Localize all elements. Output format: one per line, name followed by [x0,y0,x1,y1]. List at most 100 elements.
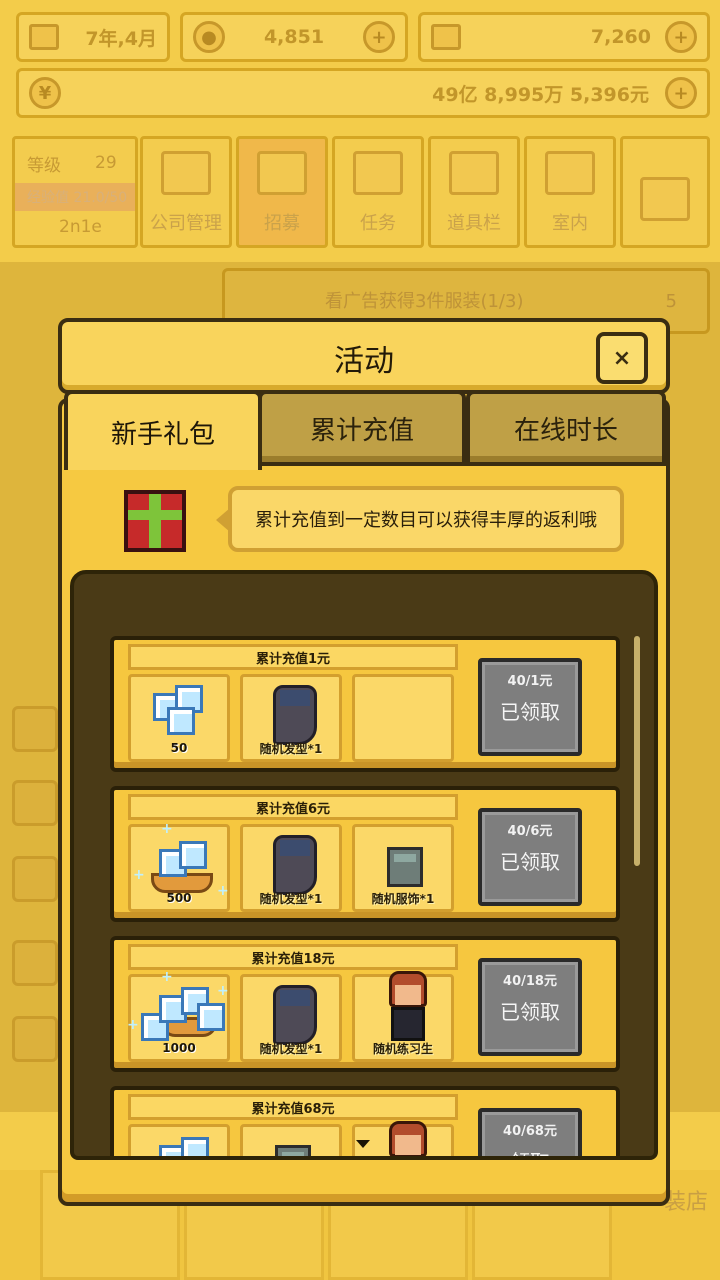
add-gem-icon[interactable]: + [665,21,697,53]
claim-label: 已领取 [500,1000,560,1024]
claim-progress: 40/68元 [503,1124,557,1139]
reward-item-label: 随机发型*1 [259,892,323,906]
money-box: ¥ 49亿 8,995万 5,396元 + [16,68,710,118]
activity-dialog: 活动 × 累计充值 在线时长 新手礼包 累计充值到一定数目可以获得丰厚的返利哦 … [58,318,670,1206]
diamond-icon [197,1003,225,1031]
menu-company-label: 公司管理 [150,213,222,234]
sparkle-icon: + [161,821,173,837]
diamond-icon [179,841,207,869]
reward-slot[interactable]: 随机发型*1 [240,824,342,912]
reward-slot[interactable] [240,1124,342,1156]
trainee-body [391,1007,425,1041]
reward-slot[interactable]: 随机服饰*1 [352,824,454,912]
reward-row-title: 累计充值68元 [128,1094,458,1120]
reward-slot[interactable]: 随机发型*1 [240,674,342,762]
reward-slot[interactable]: + + + 1000 [127,969,230,1062]
tip-bubble: 累计充值到一定数目可以获得丰厚的返利哦 [216,486,624,552]
reward-item-label: 随机服饰*1 [371,892,435,906]
claim-label: 已领取 [500,850,560,874]
calendar-icon [29,24,59,50]
dialog-header: 活动 × [58,318,670,394]
scroll-down-arrow-icon [356,1140,370,1148]
reward-quantity: 1000 [162,1041,196,1055]
reward-row-title: 累计充值6元 [128,794,458,820]
claim-progress: 40/1元 [507,674,553,689]
menu-interior[interactable]: 室内 [524,136,616,248]
reward-quantity: 500 [166,891,192,905]
dialog-title: 活动 [334,344,394,379]
trainee-face [395,1135,421,1155]
tab-online-time-label: 在线时长 [513,415,618,446]
building-icon [161,151,211,195]
claim-label: 领取 [482,1146,578,1156]
reward-row: 累计充值18元 + + + 1000 随机发型*1 随机练习生 40/18元 已… [110,936,620,1072]
reward-row: 累计充值6元 + + + 500 随机发型*1 随机服饰*1 40/6元 已领取 [110,786,620,922]
level-value: 29 [95,153,117,173]
trainee-icon [383,971,433,1047]
reward-slot[interactable]: 50 [128,674,230,762]
tab-newbie-pack-label: 新手礼包 [110,419,215,450]
menu-tasks[interactable]: 任务 [332,136,424,248]
gem-icon [431,24,461,50]
reward-row-title: 累计充值18元 [128,944,458,970]
add-coin-icon[interactable]: + [362,21,395,53]
claim-button[interactable]: 40/6元 已领取 [478,808,582,906]
menu-tasks-label: 任务 [360,213,396,234]
reward-row: 累计充值68元 40/68元 领取 [110,1086,620,1160]
coin-icon: ● [193,21,225,53]
store-label[interactable]: 装店 [664,1184,708,1216]
hair-icon [273,985,317,1045]
reward-list[interactable]: 累计充值1元 50 随机发型*1 40/1元 已领取 累计充值6元 + + + … [110,636,620,1160]
reward-item-label: 随机练习生 [372,1042,433,1056]
clothing-icon [387,847,423,887]
trainee-body [391,1157,425,1160]
reward-item-label: 随机发型*1 [259,742,323,756]
clothing-icon [275,1145,311,1156]
menu-recruit[interactable]: 招募 [236,136,328,248]
sparkle-icon: + [127,1017,139,1033]
reward-slot[interactable]: 随机练习生 [352,971,454,1062]
reward-slot[interactable] [128,1124,230,1156]
mail-icon [640,177,690,221]
coin-count: 4,851 [263,26,325,48]
tip-text: 累计充值到一定数目可以获得丰厚的返利哦 [255,510,597,531]
exp-bar: 经验值 21.0/50 [15,183,135,211]
date-box: 7年,4月 [16,12,170,62]
tab-online-time[interactable]: 在线时长 [466,390,666,466]
coin-box: ● 4,851 + [180,12,408,62]
reward-item-label: 随机发型*1 [259,1042,323,1056]
level-box: 等级 29 经验值 21.0/50 2n1e [12,136,138,248]
tab-cumulative-recharge-label: 累计充值 [309,415,414,446]
diamond-icon [167,707,195,735]
reward-slot[interactable]: 随机发型*1 [240,974,342,1062]
menu-company[interactable]: 公司管理 [140,136,232,248]
sparkle-icon: + [161,969,173,985]
empty-slot [352,674,454,762]
close-button[interactable]: × [596,332,648,384]
chest-icon [449,151,499,195]
menu-inventory[interactable]: 道具栏 [428,136,520,248]
claim-button[interactable]: 40/68元 领取 [478,1108,582,1156]
hair-icon [273,835,317,895]
reward-slot[interactable]: + + + 500 [128,821,230,912]
mail-button[interactable] [620,136,710,248]
reward-row-title: 累计充值1元 [128,644,458,670]
reward-row: 累计充值1元 50 随机发型*1 40/1元 已领取 [110,636,620,772]
add-money-icon[interactable]: + [665,77,697,109]
scroll-icon [353,151,403,195]
scrollbar[interactable] [634,636,640,866]
tab-newbie-pack[interactable]: 新手礼包 [64,390,262,470]
money-amount: 49亿 8,995万 5,396元 [432,83,649,106]
tab-cumulative-recharge[interactable]: 累计充值 [258,390,466,466]
claim-button[interactable]: 40/1元 已领取 [478,658,582,756]
close-icon: × [612,345,632,371]
menu-recruit-label: 招募 [264,213,300,234]
reward-quantity: 50 [170,741,188,755]
hair-icon [273,685,317,745]
menu-interior-label: 室内 [552,213,588,234]
claim-button[interactable]: 40/18元 已领取 [478,958,582,1056]
sparkle-icon: + [133,867,145,883]
sparkle-icon: + [217,983,229,999]
diamond-icon [181,1137,209,1156]
level-label: 等级 [27,156,61,176]
